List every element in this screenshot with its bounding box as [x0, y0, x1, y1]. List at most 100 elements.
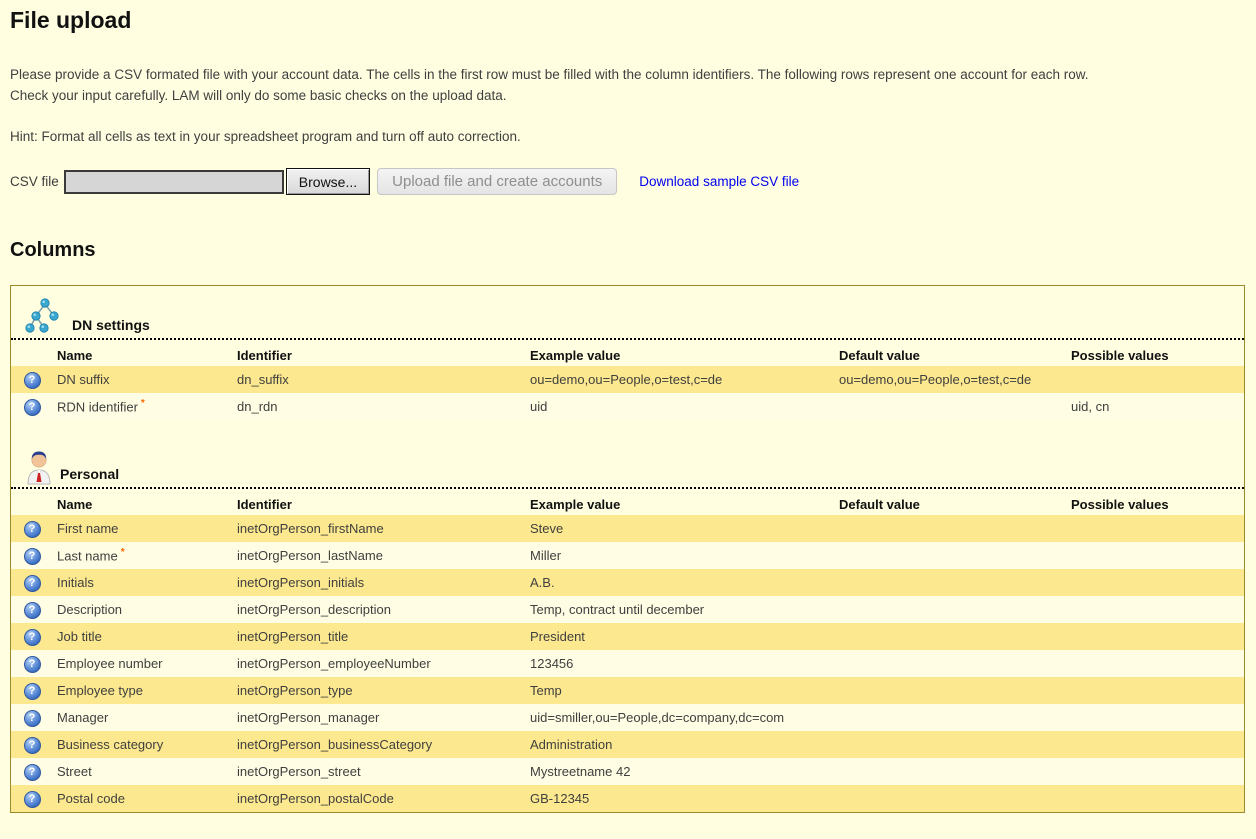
table-row: ? Initials inetOrgPerson_initials A.B.: [11, 569, 1244, 596]
column-example-value: ou=demo,ou=People,o=test,c=de: [530, 366, 839, 393]
column-example-value: Miller: [530, 542, 839, 569]
column-name: Employee number: [57, 656, 163, 671]
column-identifier: inetOrgPerson_description: [237, 596, 530, 623]
column-default-value: [839, 650, 1071, 677]
column-identifier: dn_suffix: [237, 366, 530, 393]
csv-file-input[interactable]: [64, 170, 284, 194]
column-possible-values: uid, cn: [1071, 393, 1244, 420]
table-section: DN settings NameIdentifierExample valueD…: [11, 294, 1244, 420]
column-header: Identifier: [237, 489, 530, 515]
help-icon[interactable]: ?: [24, 710, 41, 727]
table-row: ? Job title inetOrgPerson_title Presiden…: [11, 623, 1244, 650]
column-example-value: GB-12345: [530, 785, 839, 812]
column-name: Manager: [57, 710, 108, 725]
column-identifier: inetOrgPerson_manager: [237, 704, 530, 731]
column-example-value: Temp: [530, 677, 839, 704]
column-header-spacer: [11, 340, 57, 366]
column-header: Default value: [839, 489, 1071, 515]
column-identifier: inetOrgPerson_businessCategory: [237, 731, 530, 758]
upload-button[interactable]: Upload file and create accounts: [377, 168, 617, 195]
table-row: ? First name inetOrgPerson_firstName Ste…: [11, 515, 1244, 542]
upload-row: CSV file Browse... Upload file and creat…: [10, 168, 1245, 195]
column-default-value: ou=demo,ou=People,o=test,c=de: [839, 366, 1071, 393]
table-row: ? RDN identifier* dn_rdn uid uid, cn: [11, 393, 1244, 420]
help-icon[interactable]: ?: [24, 399, 41, 416]
column-possible-values: [1071, 569, 1244, 596]
column-identifier: dn_rdn: [237, 393, 530, 420]
help-icon[interactable]: ?: [24, 656, 41, 673]
column-possible-values: [1071, 650, 1244, 677]
column-default-value: [839, 515, 1071, 542]
table-row: ? Postal code inetOrgPerson_postalCode G…: [11, 785, 1244, 812]
column-possible-values: [1071, 677, 1244, 704]
column-identifier: inetOrgPerson_lastName: [237, 542, 530, 569]
table-row: ? Street inetOrgPerson_street Mystreetna…: [11, 758, 1244, 785]
section-header: Personal: [11, 447, 1244, 489]
csv-file-label: CSV file: [10, 174, 59, 189]
column-header: Name: [57, 489, 237, 515]
required-marker: *: [141, 398, 145, 409]
column-header: Name: [57, 340, 237, 366]
column-header: Possible values: [1071, 340, 1244, 366]
column-possible-values: [1071, 785, 1244, 812]
column-example-value: uid=smiller,ou=People,dc=company,dc=com: [530, 704, 839, 731]
help-icon[interactable]: ?: [24, 629, 41, 646]
help-icon[interactable]: ?: [24, 737, 41, 754]
column-name: Employee type: [57, 683, 143, 698]
column-example-value: uid: [530, 393, 839, 420]
intro-text: Please provide a CSV formated file with …: [10, 64, 1245, 106]
column-default-value: [839, 569, 1071, 596]
column-default-value: [839, 785, 1071, 812]
column-name: Business category: [57, 737, 163, 752]
column-possible-values: [1071, 366, 1244, 393]
page-title: File upload: [10, 0, 1245, 34]
help-icon[interactable]: ?: [24, 575, 41, 592]
table-row: ? DN suffix dn_suffix ou=demo,ou=People,…: [11, 366, 1244, 393]
section-columns-table: NameIdentifierExample valueDefault value…: [11, 340, 1244, 420]
help-icon[interactable]: ?: [24, 548, 41, 565]
intro-line-2: Check your input carefully. LAM will onl…: [10, 88, 507, 103]
column-name: Postal code: [57, 791, 125, 806]
help-icon[interactable]: ?: [24, 683, 41, 700]
download-sample-link[interactable]: Download sample CSV file: [639, 174, 799, 189]
table-section: Personal NameIdentifierExample valueDefa…: [11, 447, 1244, 812]
column-header: Possible values: [1071, 489, 1244, 515]
column-name: Street: [57, 764, 92, 779]
column-header-row: NameIdentifierExample valueDefault value…: [11, 340, 1244, 366]
column-default-value: [839, 623, 1071, 650]
help-icon[interactable]: ?: [24, 372, 41, 389]
column-name: Job title: [57, 629, 102, 644]
column-default-value: [839, 677, 1071, 704]
column-possible-values: [1071, 704, 1244, 731]
help-icon[interactable]: ?: [24, 791, 41, 808]
column-possible-values: [1071, 596, 1244, 623]
column-header-spacer: [11, 489, 57, 515]
column-identifier: inetOrgPerson_street: [237, 758, 530, 785]
column-name: DN suffix: [57, 372, 110, 387]
column-example-value: President: [530, 623, 839, 650]
columns-title: Columns: [10, 239, 1245, 262]
section-header: DN settings: [11, 294, 1244, 340]
column-identifier: inetOrgPerson_title: [237, 623, 530, 650]
column-identifier: inetOrgPerson_firstName: [237, 515, 530, 542]
column-header: Default value: [839, 340, 1071, 366]
column-name: Description: [57, 602, 122, 617]
help-icon[interactable]: ?: [24, 521, 41, 538]
browse-button[interactable]: Browse...: [286, 168, 370, 195]
table-row: ? Employee type inetOrgPerson_type Temp: [11, 677, 1244, 704]
column-example-value: Steve: [530, 515, 839, 542]
column-possible-values: [1071, 731, 1244, 758]
column-identifier: inetOrgPerson_postalCode: [237, 785, 530, 812]
intro-line-1: Please provide a CSV formated file with …: [10, 67, 1089, 82]
column-default-value: [839, 596, 1071, 623]
columns-table: DN settings NameIdentifierExample valueD…: [10, 285, 1245, 813]
column-name: First name: [57, 521, 118, 536]
help-icon[interactable]: ?: [24, 764, 41, 781]
hint-text: Hint: Format all cells as text in your s…: [10, 129, 1245, 144]
column-example-value: Administration: [530, 731, 839, 758]
help-icon[interactable]: ?: [24, 602, 41, 619]
column-example-value: Temp, contract until december: [530, 596, 839, 623]
column-default-value: [839, 542, 1071, 569]
table-row: ? Manager inetOrgPerson_manager uid=smil…: [11, 704, 1244, 731]
section-title: Personal: [60, 466, 119, 485]
